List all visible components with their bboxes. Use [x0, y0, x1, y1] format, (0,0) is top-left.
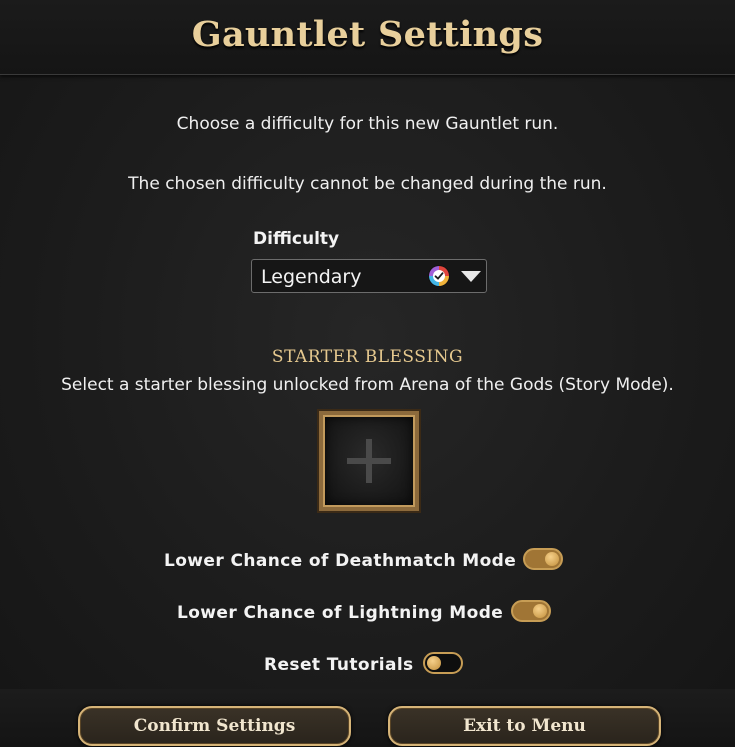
exit-to-menu-button[interactable]: Exit to Menu — [388, 706, 661, 746]
page-title: Gauntlet Settings — [191, 14, 544, 55]
header-bar: Gauntlet Settings — [0, 0, 735, 75]
difficulty-label: Difficulty — [253, 229, 340, 249]
starter-blessing-title: STARTER BLESSING — [271, 347, 464, 367]
difficulty-selected-value: Legendary — [261, 266, 362, 288]
toggle-knob — [427, 656, 441, 670]
toggle-knob — [533, 604, 547, 618]
plus-icon-vertical — [366, 439, 372, 483]
reset-tutorials-toggle[interactable] — [423, 652, 463, 674]
option-deathmatch-label: Lower Chance of Deathmatch Mode — [164, 551, 517, 571]
deathmatch-toggle[interactable] — [523, 548, 563, 570]
option-lightning-label: Lower Chance of Lightning Mode — [177, 603, 504, 623]
intro-text-1: Choose a difficulty for this new Gauntle… — [176, 114, 559, 134]
toggle-knob — [545, 552, 559, 566]
starter-blessing-description: Select a starter blessing unlocked from … — [61, 375, 674, 395]
difficulty-badge-icon — [429, 266, 449, 286]
background — [0, 0, 735, 747]
lightning-toggle[interactable] — [511, 600, 551, 622]
chevron-down-icon — [461, 271, 481, 282]
option-reset-tutorials-label: Reset Tutorials — [264, 655, 414, 675]
confirm-settings-button[interactable]: Confirm Settings — [78, 706, 351, 746]
intro-text-2: The chosen difficulty cannot be changed … — [128, 174, 607, 194]
starter-blessing-slot[interactable] — [317, 409, 421, 513]
difficulty-dropdown[interactable]: Legendary — [251, 259, 487, 293]
